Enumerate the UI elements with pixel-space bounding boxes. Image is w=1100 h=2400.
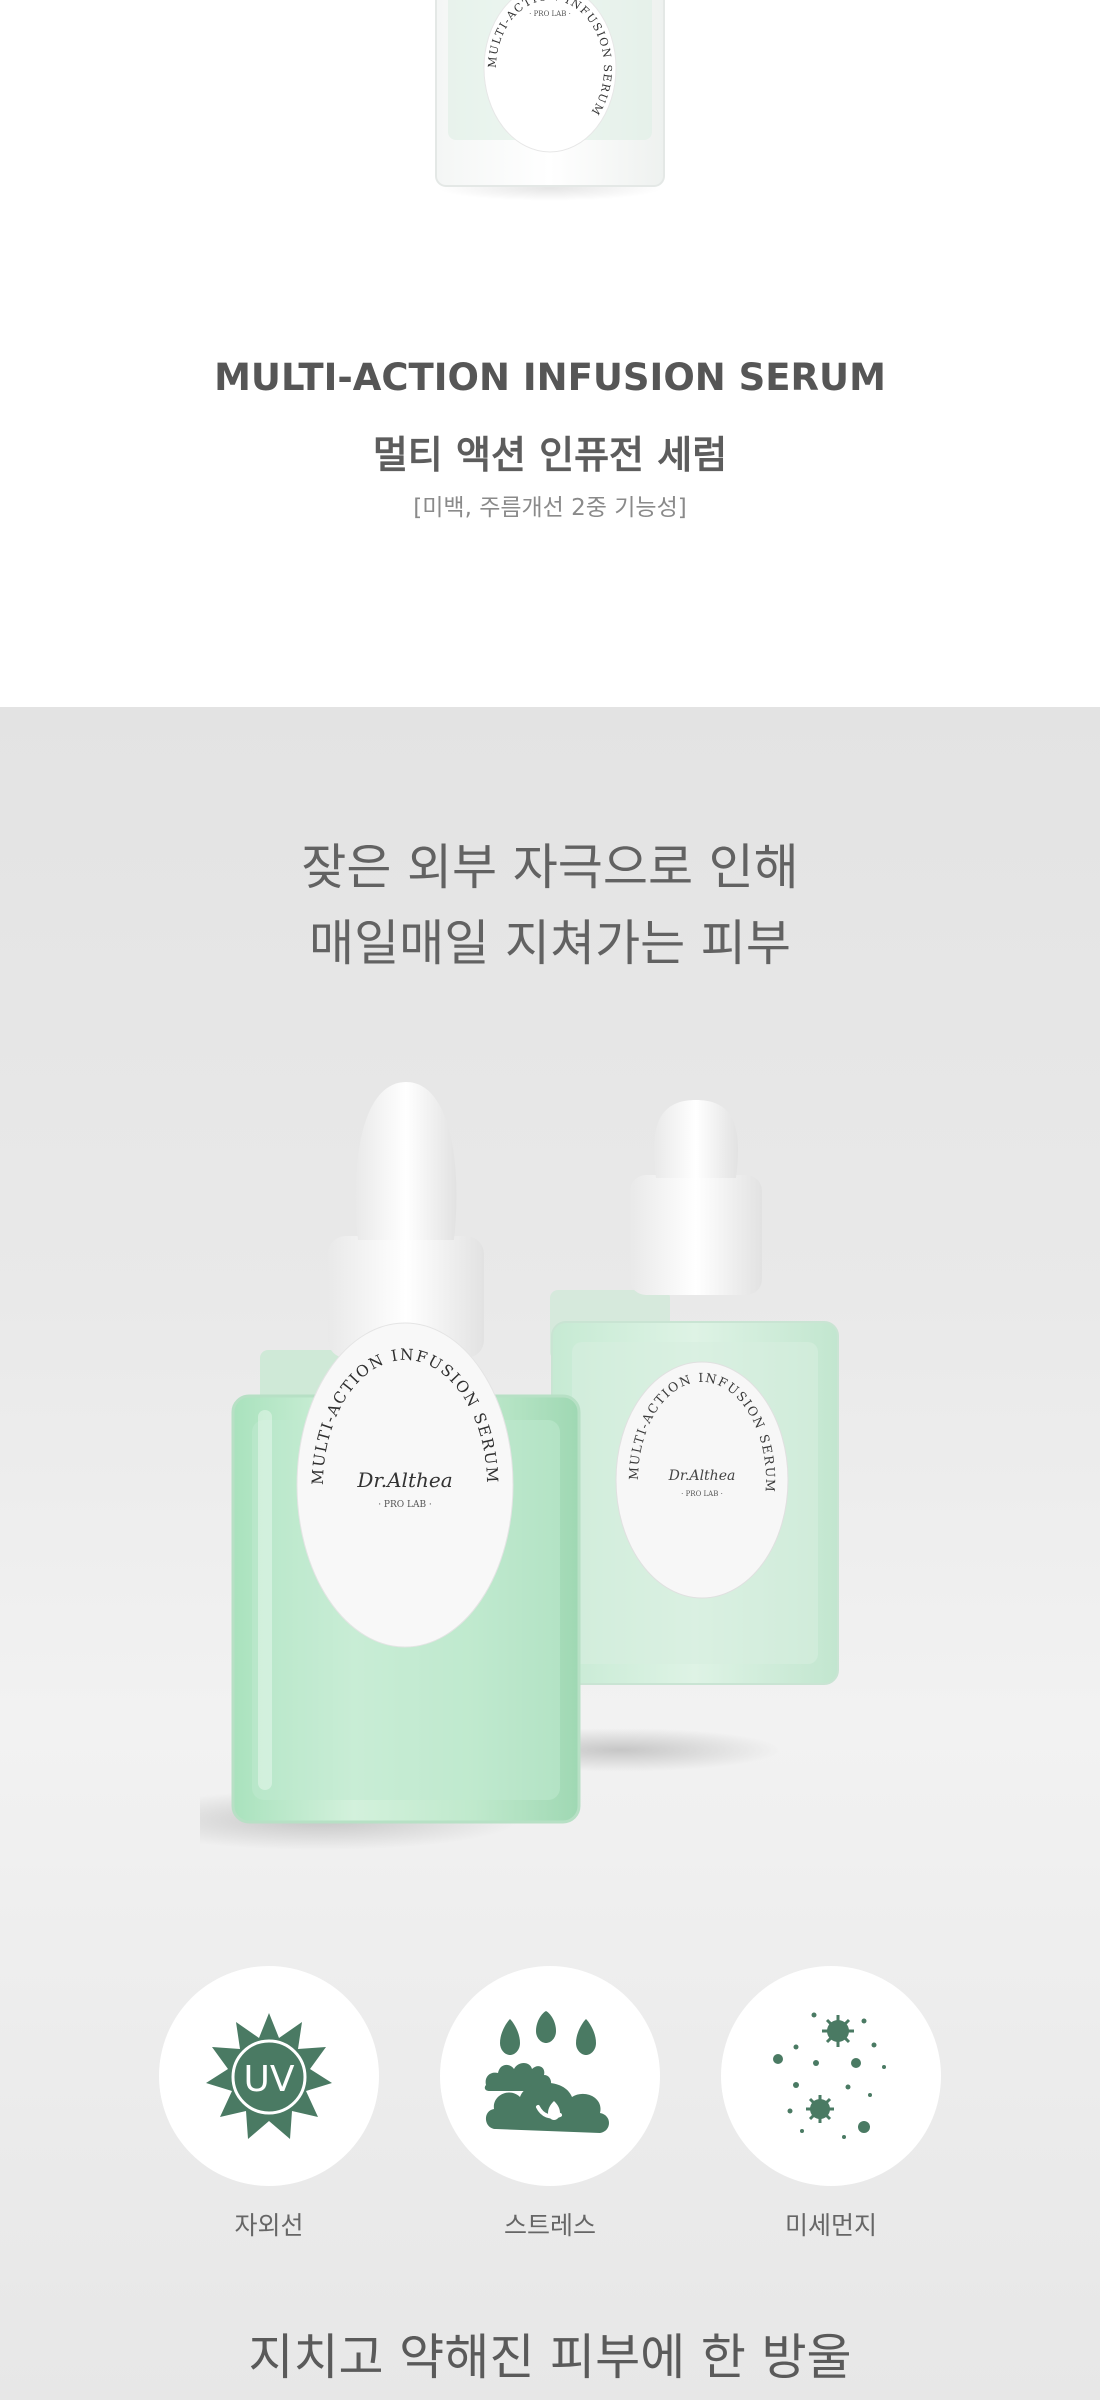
serum-bottles-image: MULTI-ACTION INFUSION SERUM Dr.Althea · … <box>200 1082 839 1850</box>
top-bottle-brand-sub: · PRO LAB · <box>529 10 571 18</box>
front-bottle: MULTI-ACTION INFUSION SERUM Dr.Althea · … <box>231 1082 581 1824</box>
product-name-korean: 멀티 액션 인퓨전 세럼 <box>372 433 728 477</box>
front-bottle-brand: Dr.Althea <box>356 1468 452 1492</box>
dust-circle <box>721 1966 941 2186</box>
back-bottle: MULTI-ACTION INFUSION SERUM Dr.Althea · … <box>550 1100 839 1685</box>
back-bottle-brand-sub: · PRO LAB · <box>681 1490 723 1498</box>
headline-line-1: 잦은 외부 자극으로 인해 <box>301 839 799 896</box>
front-bottle-brand-sub: · PRO LAB · <box>378 1500 432 1510</box>
stressor-label-uv: 자외선 <box>234 2211 304 2240</box>
one-drop-headline: 지치고 약해진 피부에 한 방울 <box>248 2329 852 2386</box>
product-name-english: MULTI-ACTION INFUSION SERUM <box>214 356 886 399</box>
concern-headline: 잦은 외부 자극으로 인해 매일매일 지쳐가는 피부 <box>0 830 1100 982</box>
uv-icon-text: UV <box>244 2059 295 2100</box>
uv-sun-icon: UV <box>206 2013 332 2139</box>
stressor-label-stress: 스트레스 <box>503 2211 596 2240</box>
fine-dust-icon <box>773 2012 886 2139</box>
stress-cloud-icon <box>484 2011 609 2133</box>
headline-line-2: 매일매일 지쳐가는 피부 <box>309 915 791 972</box>
product-functions: [미백, 주름개선 2중 기능성] <box>413 495 687 521</box>
top-bottle-image: MULTI-ACTION INFUSION SERUM Dr.Althea · … <box>435 0 665 187</box>
uv-circle: UV <box>159 1966 379 2186</box>
stressor-stress: 스트레스 <box>440 1966 660 2242</box>
stress-circle <box>440 1966 660 2186</box>
stressor-dust: 미세먼지 <box>721 1966 941 2242</box>
top-bottle-brand: Dr.Althea <box>516 0 584 4</box>
back-bottle-brand: Dr.Althea <box>668 1468 736 1484</box>
product-intro-section: MULTI-ACTION INFUSION SERUM Dr.Althea · … <box>0 0 1100 707</box>
stressor-icons-row: UV 자외선 스트레스 미세먼지 <box>0 1966 1100 2240</box>
stressor-label-dust: 미세먼지 <box>784 2211 877 2240</box>
stressor-uv: UV 자외선 <box>159 1966 379 2242</box>
